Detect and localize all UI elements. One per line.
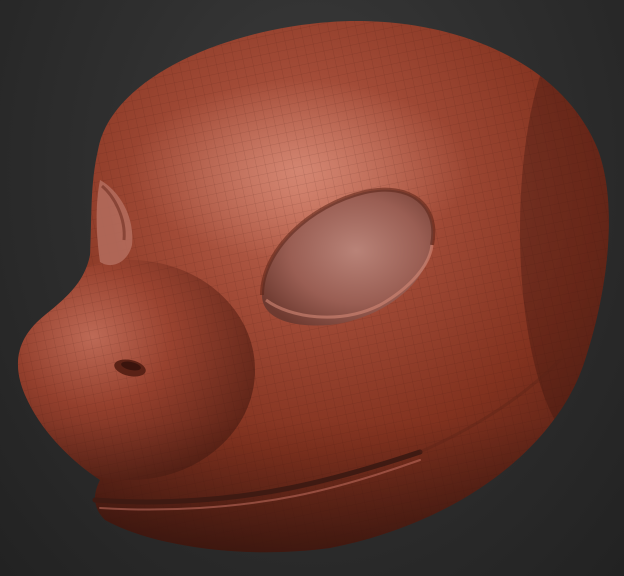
viewport[interactable] [0,0,624,576]
sculpt-render[interactable] [0,0,624,576]
